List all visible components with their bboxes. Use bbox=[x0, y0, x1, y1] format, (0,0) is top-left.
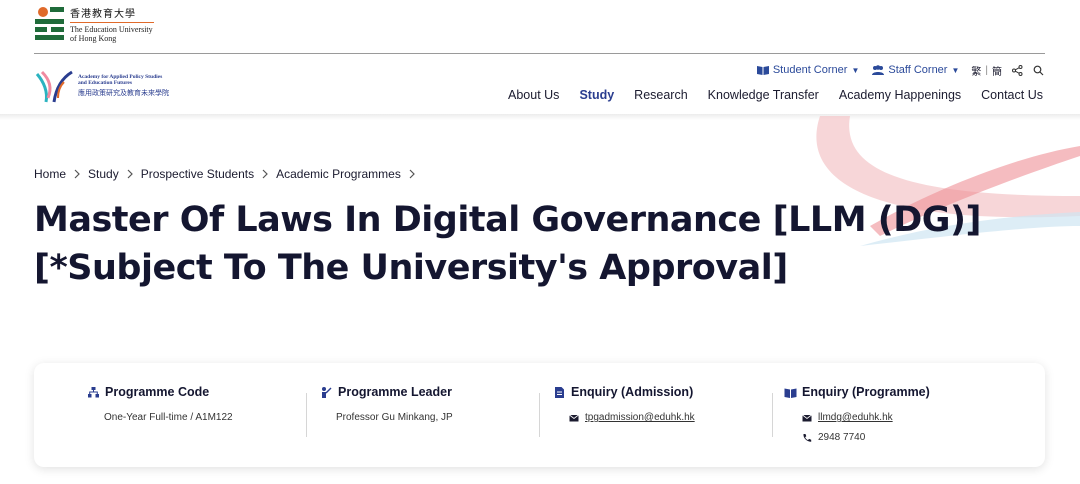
lang-traditional[interactable]: 繁 bbox=[971, 63, 981, 78]
envelope-icon bbox=[569, 414, 579, 421]
student-corner-link[interactable]: Student Corner ▼ bbox=[756, 64, 860, 76]
info-programme-code: Programme Code One-Year Full-time / A1M1… bbox=[34, 363, 306, 467]
column-divider bbox=[772, 393, 773, 437]
programme-email-link[interactable]: llmdg@eduhk.hk bbox=[818, 412, 893, 423]
university-underline bbox=[70, 22, 154, 23]
staff-corner-label: Staff Corner bbox=[888, 64, 948, 76]
admission-email-link[interactable]: tpgadmission@eduhk.hk bbox=[585, 412, 695, 423]
university-logo[interactable]: 香港教育大學 The Education University of Hong … bbox=[34, 6, 154, 43]
chevron-right-icon bbox=[409, 169, 415, 179]
programme-leader-heading: Programme Leader bbox=[338, 385, 452, 399]
page-title: Master Of Laws In Digital Governance [LL… bbox=[34, 200, 981, 288]
breadcrumb-prospective-students[interactable]: Prospective Students bbox=[141, 167, 254, 181]
nav-knowledge-transfer[interactable]: Knowledge Transfer bbox=[708, 88, 819, 102]
student-corner-label: Student Corner bbox=[772, 64, 848, 76]
lang-simplified[interactable]: 簡 bbox=[992, 63, 1002, 78]
chevron-down-icon: ▼ bbox=[951, 65, 960, 75]
nav-academy-happenings[interactable]: Academy Happenings bbox=[839, 88, 961, 102]
eduhk-emblem-icon bbox=[35, 7, 64, 40]
programme-code-value: One-Year Full-time / A1M122 bbox=[104, 412, 233, 423]
users-icon bbox=[872, 65, 885, 75]
envelope-icon bbox=[802, 414, 812, 421]
university-name-en-1: The Education University bbox=[70, 25, 153, 34]
university-bar: 香港教育大學 The Education University of Hong … bbox=[34, 6, 1045, 54]
academy-mark-icon bbox=[35, 70, 73, 103]
chalkboard-teacher-icon bbox=[322, 386, 332, 398]
sitemap-icon bbox=[88, 386, 99, 397]
file-icon bbox=[555, 386, 564, 398]
nav-contact-us[interactable]: Contact Us bbox=[981, 88, 1043, 102]
search-icon[interactable] bbox=[1033, 65, 1044, 76]
share-icon[interactable] bbox=[1012, 64, 1023, 76]
utility-bar: Student Corner ▼ Staff Corner ▼ 繁 | 簡 bbox=[744, 62, 1044, 78]
programme-phone[interactable]: 2948 7740 bbox=[818, 432, 865, 443]
column-divider bbox=[306, 393, 307, 437]
academy-logo[interactable]: Academy for Applied Policy Studies and E… bbox=[34, 68, 169, 104]
programme-info-card: Programme Code One-Year Full-time / A1M1… bbox=[34, 363, 1045, 467]
academy-name-cn: 應用政策研究及教育未來學院 bbox=[78, 89, 169, 97]
lang-separator: | bbox=[985, 64, 988, 76]
chevron-right-icon bbox=[74, 169, 80, 179]
chevron-right-icon bbox=[127, 169, 133, 179]
university-name-en-2: of Hong Kong bbox=[70, 34, 117, 43]
breadcrumb-academic-programmes[interactable]: Academic Programmes bbox=[276, 167, 401, 181]
chevron-right-icon bbox=[262, 169, 268, 179]
enquiry-admission-heading: Enquiry (Admission) bbox=[571, 385, 694, 399]
university-name-cn: 香港教育大學 bbox=[70, 9, 136, 20]
chevron-down-icon: ▼ bbox=[851, 65, 860, 75]
nav-study[interactable]: Study bbox=[579, 88, 614, 102]
phone-icon bbox=[803, 433, 812, 442]
info-programme-leader: Programme Leader Professor Gu Minkang, J… bbox=[306, 363, 539, 467]
info-enquiry-programme: Enquiry (Programme) llmdg@eduhk.hk 2948 … bbox=[772, 363, 1045, 467]
academy-name-en-2: and Education Futures bbox=[78, 80, 132, 86]
breadcrumb-home[interactable]: Home bbox=[34, 167, 66, 181]
column-divider bbox=[539, 393, 540, 437]
main-navigation: About Us Study Research Knowledge Transf… bbox=[488, 88, 1043, 102]
book-open-icon bbox=[784, 388, 797, 398]
nav-research[interactable]: Research bbox=[634, 88, 688, 102]
programme-code-heading: Programme Code bbox=[105, 385, 210, 399]
breadcrumb: Home Study Prospective Students Academic… bbox=[34, 167, 423, 181]
book-open-icon bbox=[756, 66, 769, 75]
programme-leader-value: Professor Gu Minkang, JP bbox=[336, 412, 453, 423]
enquiry-programme-heading: Enquiry (Programme) bbox=[802, 385, 930, 399]
info-enquiry-admission: Enquiry (Admission) tpgadmission@eduhk.h… bbox=[539, 363, 772, 467]
breadcrumb-study[interactable]: Study bbox=[88, 167, 119, 181]
staff-corner-link[interactable]: Staff Corner ▼ bbox=[871, 64, 959, 76]
nav-about-us[interactable]: About Us bbox=[508, 88, 559, 102]
